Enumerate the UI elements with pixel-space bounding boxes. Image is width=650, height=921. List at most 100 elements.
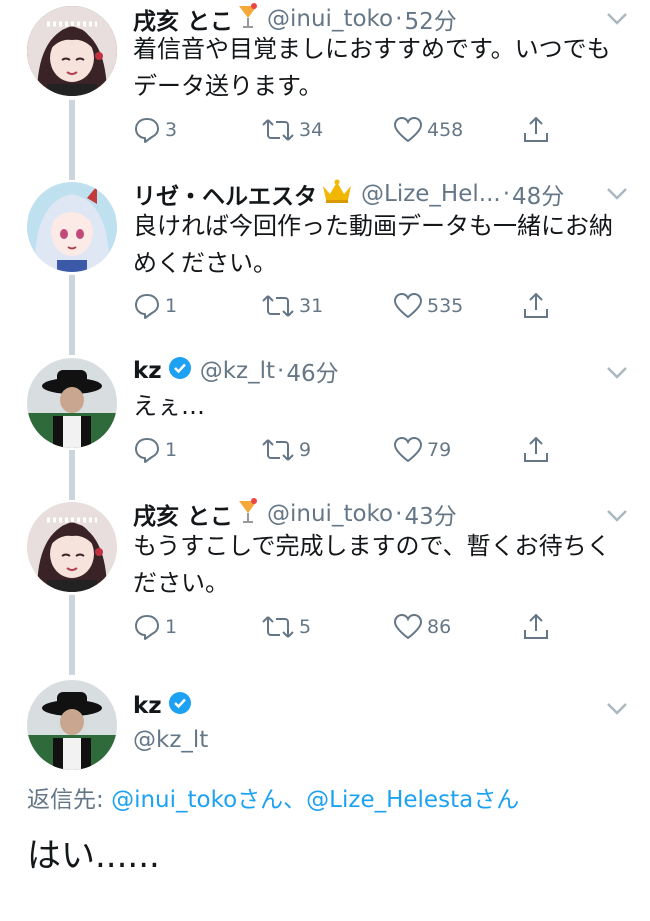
separator: · (395, 501, 403, 527)
tweet-text-line: 着信音や目覚ましにおすすめです。いつでも (133, 35, 611, 63)
tweet-text-line: データ送ります。 (133, 72, 323, 100)
separator: · (277, 358, 285, 384)
avatar[interactable] (27, 680, 117, 770)
retweet-button[interactable]: 5 (261, 611, 311, 643)
like-icon (393, 292, 423, 319)
retweet-button[interactable]: 9 (261, 434, 311, 466)
timestamp[interactable]: 48分 (512, 177, 564, 211)
share-icon (524, 292, 548, 318)
like-button[interactable]: 79 (393, 434, 451, 466)
like-count: 535 (427, 295, 464, 317)
tweet[interactable]: 戌亥 とこ @inui_toko · 43分 もうすこしで完成しますので、暫くお… (0, 495, 650, 675)
reply-to-line: 返信先: @inui_tokoさん、@Lize_Helestaさん (27, 780, 519, 814)
share-button[interactable] (521, 114, 555, 146)
tweet-actions: 1 31 535 (133, 290, 573, 322)
mention-suffix: さん、 (237, 787, 307, 813)
mention-suffix: さん (473, 787, 520, 813)
display-name[interactable]: kz (133, 358, 162, 384)
mention-link[interactable]: @inui_toko (111, 787, 237, 813)
share-icon (524, 613, 548, 639)
avatar[interactable] (27, 358, 117, 448)
like-count: 86 (427, 616, 452, 638)
verified-badge-icon (168, 356, 192, 386)
retweet-count: 34 (299, 119, 324, 141)
avatar[interactable] (27, 182, 117, 272)
share-icon (524, 116, 548, 142)
separator: · (395, 6, 403, 32)
user-handle[interactable]: @kz_lt (133, 727, 208, 753)
reply-icon (135, 118, 159, 143)
tweet-actions: 1 9 79 (133, 434, 573, 466)
tweet[interactable]: リゼ・ヘルエスタ @Lize_Hel... · 48分 良ければ今回作った動画デ… (0, 175, 650, 350)
retweet-icon (262, 119, 294, 141)
reply-button[interactable]: 1 (133, 611, 177, 643)
mention-link[interactable]: @Lize_Helesta (306, 787, 473, 813)
crown-icon (321, 178, 353, 210)
like-icon (393, 613, 423, 640)
tweet-actions: 3 34 458 (133, 114, 573, 146)
reply-count: 1 (165, 295, 178, 317)
avatar[interactable] (27, 6, 117, 96)
reply-icon (135, 294, 159, 319)
reply-button[interactable]: 3 (133, 114, 177, 146)
like-button[interactable]: 535 (393, 290, 463, 322)
reply-button[interactable]: 1 (133, 290, 177, 322)
tweet-text: えぇ… (133, 388, 633, 425)
like-icon (393, 436, 423, 463)
retweet-count: 31 (299, 295, 324, 317)
tweet-text: 良ければ今回作った動画データも一緒にお納 めください。 (133, 208, 633, 282)
reply-button[interactable]: 1 (133, 434, 177, 466)
chevron-down-icon[interactable] (606, 509, 628, 523)
display-name[interactable]: kz (133, 693, 162, 719)
like-icon (393, 116, 423, 143)
separator: · (502, 181, 511, 207)
tweet-text-line: えぇ… (133, 392, 205, 420)
display-name[interactable]: 戌亥 とこ (133, 497, 233, 531)
tweet[interactable]: 戌亥 とこ @inui_toko · 52分 着信音や目覚ましにおすすめです。い… (0, 0, 650, 175)
retweet-count: 5 (299, 616, 312, 638)
retweet-button[interactable]: 34 (261, 114, 323, 146)
display-name[interactable]: リゼ・ヘルエスタ (133, 177, 317, 211)
verified-badge-icon (168, 691, 192, 721)
chevron-down-icon[interactable] (606, 187, 628, 201)
chevron-down-icon[interactable] (606, 702, 628, 716)
tweet-actions: 1 5 86 (133, 611, 573, 643)
share-button[interactable] (521, 434, 555, 466)
like-count: 79 (427, 439, 452, 461)
like-button[interactable]: 458 (393, 114, 463, 146)
tweet-text: 着信音や目覚ましにおすすめです。いつでも データ送ります。 (133, 31, 633, 105)
tweet-text-line: 良ければ今回作った動画データも一緒にお納 (133, 212, 613, 240)
retweet-icon (262, 295, 294, 317)
retweet-icon (262, 616, 294, 638)
tweet-text: もうすこしで完成しますので、暫くお待ちく ださい。 (133, 528, 633, 602)
retweet-count: 9 (299, 439, 312, 461)
avatar[interactable] (27, 502, 117, 592)
share-icon (524, 436, 548, 462)
tweet-text-line: ださい。 (133, 569, 229, 597)
user-handle[interactable]: @inui_toko (267, 6, 393, 32)
share-button[interactable] (521, 611, 555, 643)
user-handle[interactable]: @kz_lt (200, 358, 275, 384)
reply-icon (135, 615, 159, 640)
user-handle[interactable]: @inui_toko (267, 501, 393, 527)
reply-count: 1 (165, 616, 178, 638)
tweet-text-line: めください。 (133, 249, 277, 277)
retweet-icon (262, 439, 294, 461)
reply-count: 1 (165, 439, 178, 461)
like-count: 458 (427, 119, 464, 141)
tweet[interactable]: kz @kz_lt · 46分 えぇ… 1 9 79 (0, 350, 650, 495)
share-button[interactable] (521, 290, 555, 322)
timestamp[interactable]: 46分 (286, 354, 338, 388)
reply-to-prefix: 返信先: (27, 787, 112, 813)
reply-count: 3 (165, 119, 178, 141)
cocktail-icon (237, 497, 259, 531)
tweet-text-line: もうすこしで完成しますので、暫くお待ちく (133, 532, 611, 560)
main-tweet-text: はい...... (27, 836, 160, 876)
reply-icon (135, 438, 159, 463)
chevron-down-icon[interactable] (606, 12, 628, 26)
like-button[interactable]: 86 (393, 611, 451, 643)
user-handle[interactable]: @Lize_Hel... (361, 181, 501, 207)
chevron-down-icon[interactable] (606, 366, 628, 380)
timestamp[interactable]: 43分 (404, 497, 456, 531)
retweet-button[interactable]: 31 (261, 290, 323, 322)
